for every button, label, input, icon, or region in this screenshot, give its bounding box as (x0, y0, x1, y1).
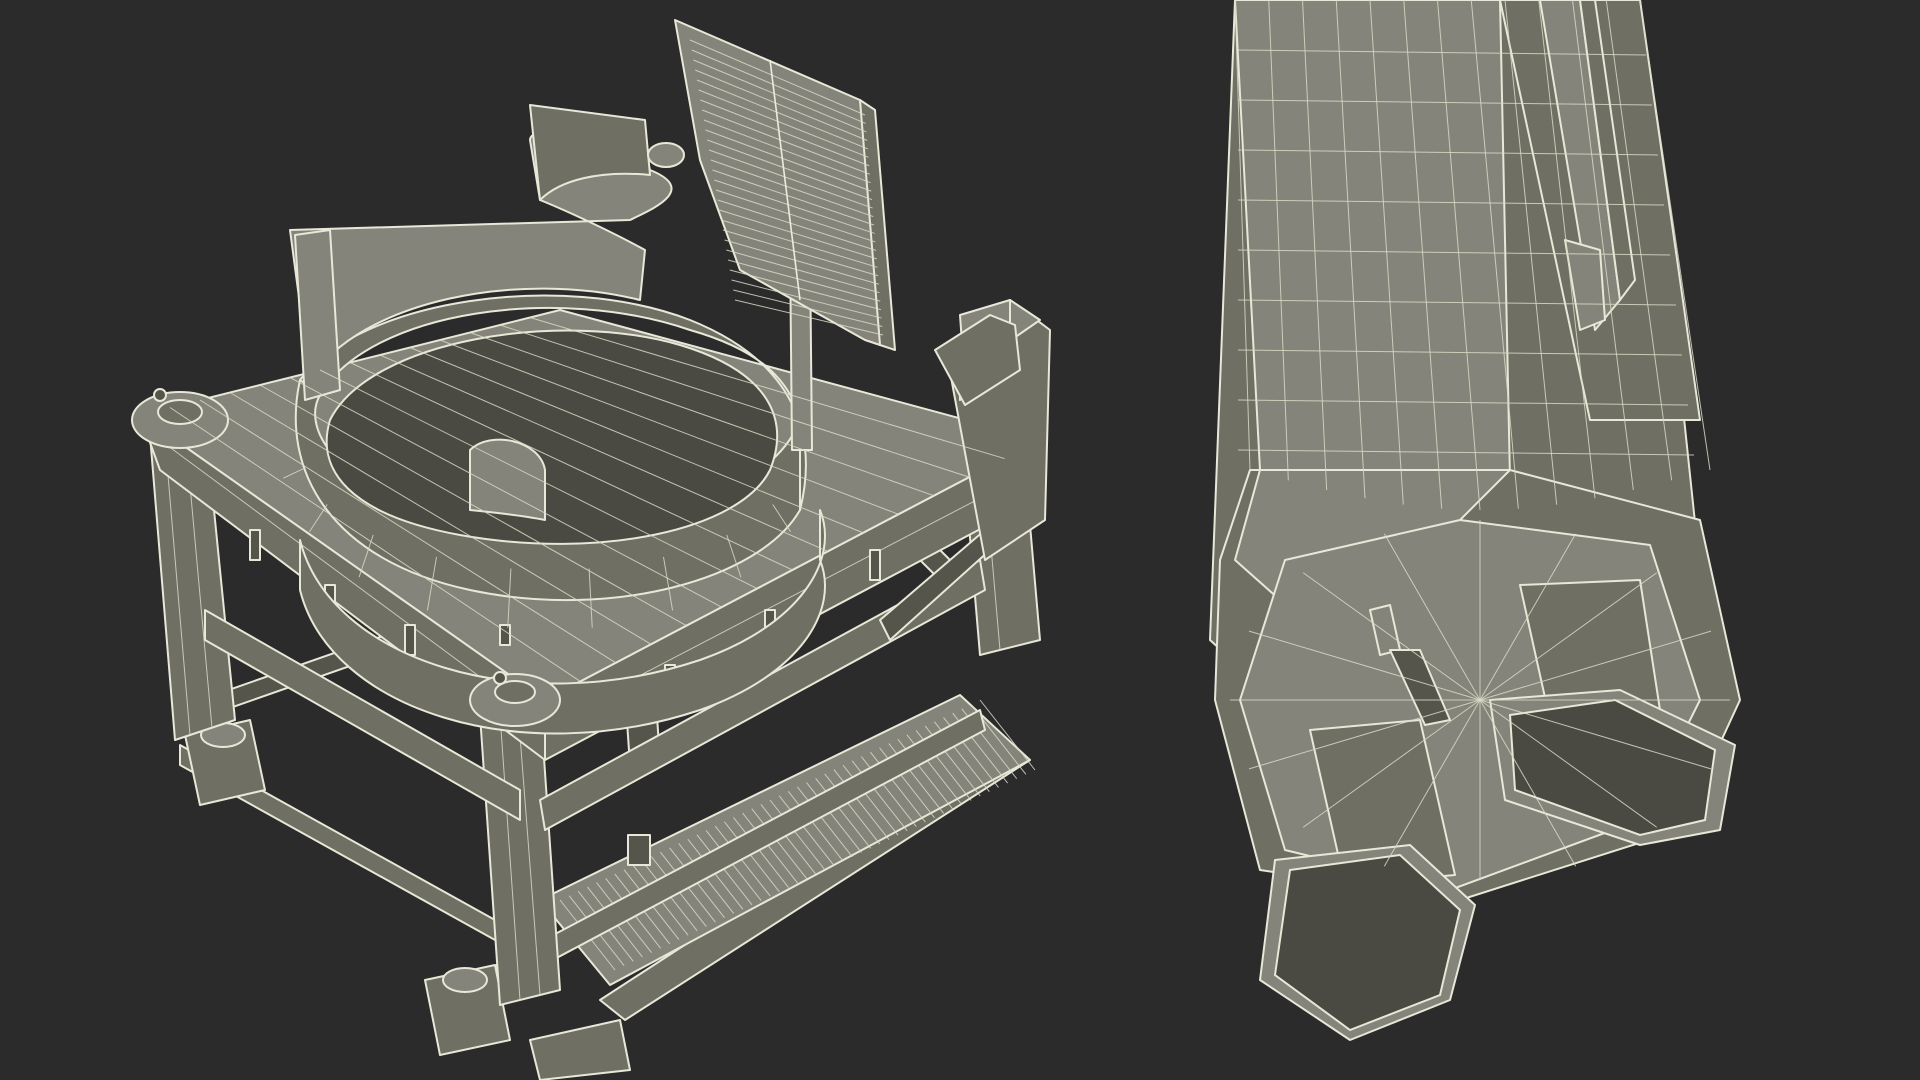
wireframe-render-svg (131, 0, 1741, 1080)
render-viewport (0, 0, 1920, 1080)
rocket-booster-model (1209, 0, 1741, 1041)
launch-stand-model (131, 19, 1051, 1080)
grille-panel (674, 19, 896, 351)
